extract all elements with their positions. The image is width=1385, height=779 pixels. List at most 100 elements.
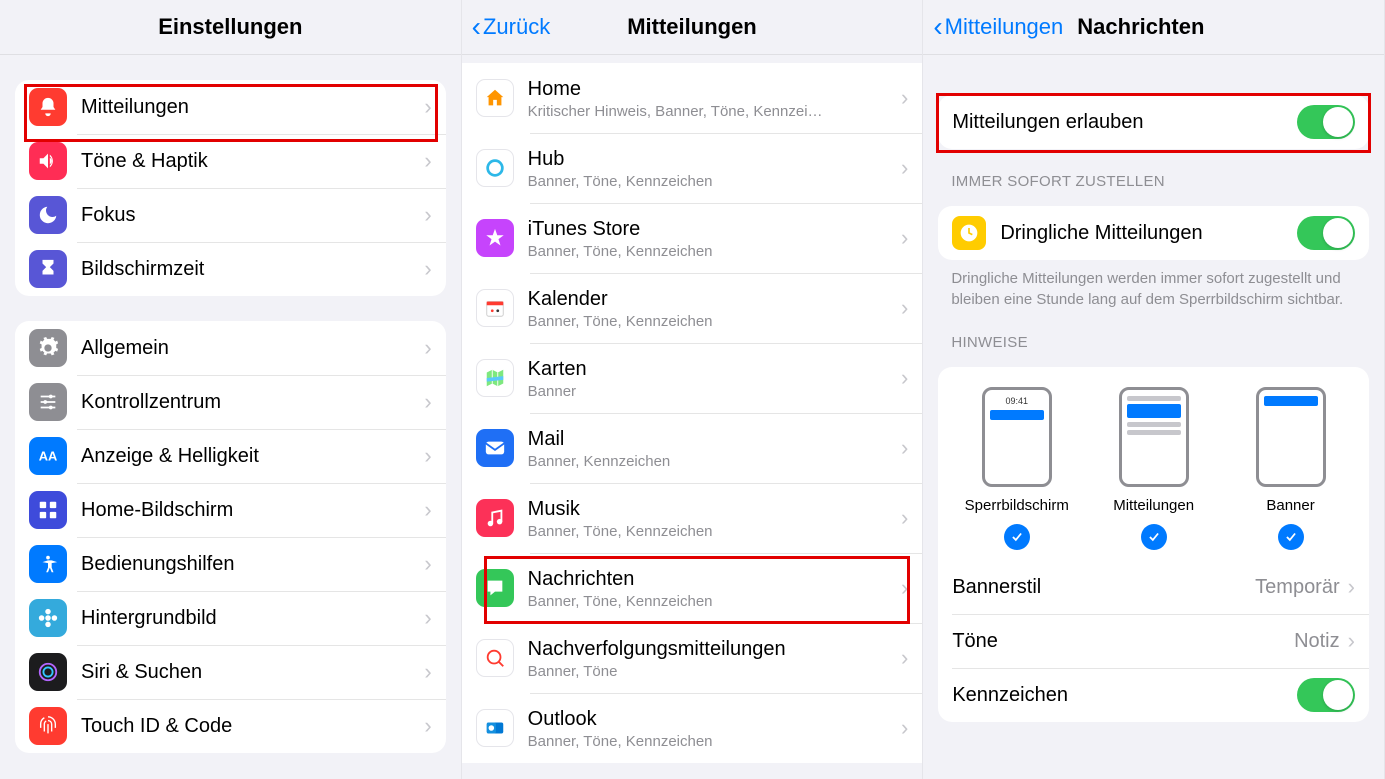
chevron-right-icon: › xyxy=(901,505,908,531)
alert-type-banner[interactable]: Banner xyxy=(1222,387,1359,550)
karten-row[interactable]: Karten Banner › xyxy=(462,343,923,413)
row-label: Karten xyxy=(528,357,893,381)
toene-row[interactable]: TöneNotiz› xyxy=(938,614,1369,668)
nachrichten-row[interactable]: NachrichtenBanner, Töne, Kennzeichen› xyxy=(462,553,923,623)
bildschirmzeit-row[interactable]: Bildschirmzeit› xyxy=(15,242,446,296)
kontrollzentrum-row[interactable]: Kontrollzentrum › xyxy=(15,375,446,429)
home-row[interactable]: Home Kritischer Hinweis, Banner, Töne, Ke… xyxy=(462,63,923,133)
chevron-right-icon: › xyxy=(424,202,431,228)
row-label: Hintergrundbild xyxy=(81,606,416,630)
alert-type-label: Sperrbildschirm xyxy=(948,497,1085,514)
row-value: Notiz xyxy=(1294,630,1340,653)
sliders-icon xyxy=(29,383,67,421)
home-icon xyxy=(476,79,514,117)
row-label: Kalender xyxy=(528,287,893,311)
row-label: Home xyxy=(528,77,893,101)
urgent-toggle[interactable] xyxy=(1297,216,1355,250)
row-label: Home-Bildschirm xyxy=(81,498,416,522)
back-label: Mitteilungen xyxy=(945,14,1064,40)
row-label: Mitteilungen xyxy=(81,95,416,119)
bannerstil-row[interactable]: BannerstilTemporär› xyxy=(938,560,1369,614)
gear-icon xyxy=(29,329,67,367)
moon-icon xyxy=(29,196,67,234)
itunes-row[interactable]: iTunes StoreBanner, Töne, Kennzeichen› xyxy=(462,203,923,273)
kennzeichen-toggle[interactable] xyxy=(1297,678,1355,712)
alert-type-sperrbildschirm[interactable]: 09:41 Sperrbildschirm xyxy=(948,387,1085,550)
mail-row[interactable]: MailBanner, Kennzeichen› xyxy=(462,413,923,483)
hourglass-icon xyxy=(29,250,67,288)
chevron-right-icon: › xyxy=(901,715,908,741)
anzeige-row[interactable]: AA Anzeige & Helligkeit › xyxy=(15,429,446,483)
row-sub: Banner, Töne, Kennzeichen xyxy=(528,173,893,190)
allow-group: Mitteilungen erlauben xyxy=(938,95,1369,149)
hub-row[interactable]: HubBanner, Töne, Kennzeichen› xyxy=(462,133,923,203)
allow-notifications-row[interactable]: Mitteilungen erlauben xyxy=(938,95,1369,149)
hintergrundbild-row[interactable]: Hintergrundbild› xyxy=(15,591,446,645)
chevron-right-icon: › xyxy=(424,389,431,415)
back-button[interactable]: ‹ Zurück xyxy=(472,13,551,41)
alert-type-label: Banner xyxy=(1222,497,1359,514)
fokus-row[interactable]: Fokus › xyxy=(15,188,446,242)
toene-row[interactable]: Töne & Haptik› xyxy=(15,134,446,188)
row-label: Töne xyxy=(952,629,1294,653)
row-label: iTunes Store xyxy=(528,217,893,241)
mitteilungen-row[interactable]: Mitteilungen› xyxy=(15,80,446,134)
header: ‹ Mitteilungen Nachrichten xyxy=(923,0,1384,55)
alerts-group: 09:41 SperrbildschirmMitteilungenBanner B… xyxy=(938,367,1369,722)
row-label: Töne & Haptik xyxy=(81,149,416,173)
kalender-row[interactable]: KalenderBanner, Töne, Kennzeichen› xyxy=(462,273,923,343)
row-label: Fokus xyxy=(81,203,416,227)
alert-types: 09:41 SperrbildschirmMitteilungenBanner xyxy=(938,367,1369,560)
svg-text:AA: AA xyxy=(39,449,58,464)
check-icon[interactable] xyxy=(1141,524,1167,550)
aa-icon: AA xyxy=(29,437,67,475)
urgent-group: Dringliche Mitteilungen xyxy=(938,206,1369,260)
row-label: Kontrollzentrum xyxy=(81,390,416,414)
touchid-row[interactable]: Touch ID & Code› xyxy=(15,699,446,753)
chevron-right-icon: › xyxy=(424,256,431,282)
allow-toggle[interactable] xyxy=(1297,105,1355,139)
tracking-icon xyxy=(476,639,514,677)
bedienungshilfen-row[interactable]: Bedienungshilfen› xyxy=(15,537,446,591)
urgent-label: Dringliche Mitteilungen xyxy=(1000,221,1297,245)
app-list: Home Kritischer Hinweis, Banner, Töne, Ke… xyxy=(462,63,923,763)
back-button[interactable]: ‹ Mitteilungen xyxy=(933,13,1063,41)
musik-row[interactable]: MusikBanner, Töne, Kennzeichen› xyxy=(462,483,923,553)
mail-icon xyxy=(476,429,514,467)
row-sub: Banner, Töne xyxy=(528,663,893,680)
check-icon[interactable] xyxy=(1004,524,1030,550)
access-icon xyxy=(29,545,67,583)
chevron-right-icon: › xyxy=(901,365,908,391)
kennzeichen-row[interactable]: Kennzeichen xyxy=(938,668,1369,722)
row-value: Temporär xyxy=(1255,576,1339,599)
alert-type-mitteilungen[interactable]: Mitteilungen xyxy=(1085,387,1222,550)
chevron-right-icon: › xyxy=(901,85,908,111)
header-title: Einstellungen xyxy=(158,14,302,40)
message-icon xyxy=(476,569,514,607)
allgemein-row[interactable]: Allgemein› xyxy=(15,321,446,375)
bell-icon xyxy=(29,88,67,126)
row-sub: Banner, Töne, Kennzeichen xyxy=(528,523,893,540)
chevron-right-icon: › xyxy=(1348,574,1355,600)
panel-messages-settings: ‹ Mitteilungen Nachrichten Mitteilungen … xyxy=(923,0,1385,779)
header: Einstellungen xyxy=(0,0,461,55)
chevron-right-icon: › xyxy=(424,443,431,469)
chevron-left-icon: ‹ xyxy=(933,13,942,41)
phone-preview-icon: 09:41 xyxy=(982,387,1052,487)
row-label: Anzeige & Helligkeit xyxy=(81,444,416,468)
row-sub: Kritischer Hinweis, Banner, Töne, Kennze… xyxy=(528,103,893,120)
row-label: Touch ID & Code xyxy=(81,714,416,738)
chevron-right-icon: › xyxy=(424,659,431,685)
home-bildschirm-row[interactable]: Home-Bildschirm› xyxy=(15,483,446,537)
check-icon[interactable] xyxy=(1278,524,1304,550)
header-title: Mitteilungen xyxy=(627,14,757,40)
header: ‹ Zurück Mitteilungen xyxy=(462,0,923,55)
row-sub: Banner, Töne, Kennzeichen xyxy=(528,593,893,610)
chevron-right-icon: › xyxy=(424,551,431,577)
urgent-row[interactable]: Dringliche Mitteilungen xyxy=(938,206,1369,260)
settings-group-1: Mitteilungen›Töne & Haptik›Fokus›Bildsch… xyxy=(15,80,446,296)
outlook-row[interactable]: OutlookBanner, Töne, Kennzeichen› xyxy=(462,693,923,763)
row-sub: Banner xyxy=(528,383,893,400)
siri-row[interactable]: Siri & Suchen› xyxy=(15,645,446,699)
nachverfolgung-row[interactable]: NachverfolgungsmitteilungenBanner, Töne› xyxy=(462,623,923,693)
